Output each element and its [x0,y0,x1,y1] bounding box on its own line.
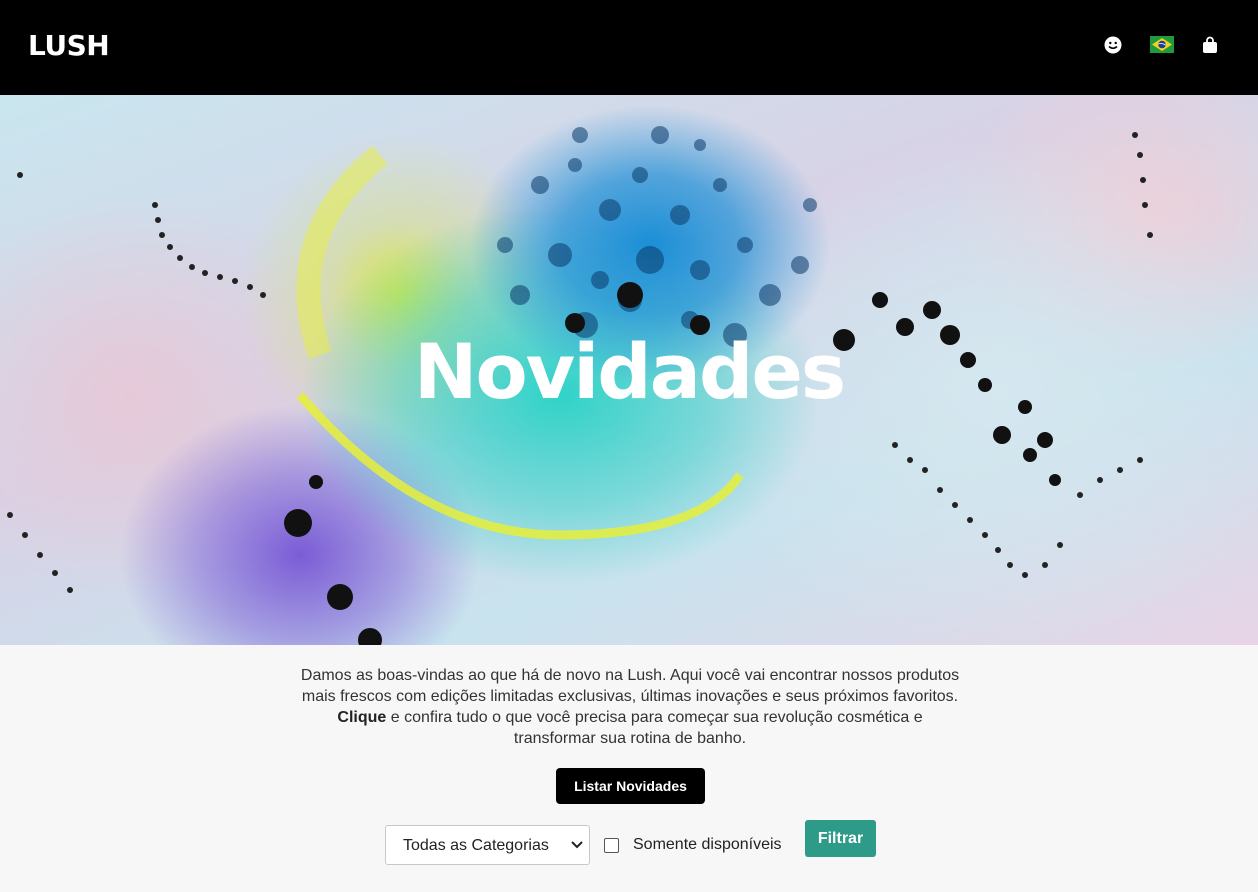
page-title: Novidades [413,327,846,416]
category-select-value: Todas as Categorias [403,837,549,854]
brazil-flag-icon[interactable] [1150,36,1174,53]
site-header: LUSH [0,0,1258,95]
lush-logo[interactable]: LUSH [28,29,110,62]
available-only-label[interactable]: Somente disponíveis [633,836,782,854]
intro-text-end: e confira tudo o que você precisa para c… [386,709,923,747]
intro-text-start: Damos as boas-vindas ao que há de novo n… [300,667,960,705]
list-new-products-button[interactable]: Listar Novidades [556,768,705,804]
hero-banner: Novidades [0,95,1258,645]
intro-text-bold: Clique [337,709,387,726]
account-icon[interactable] [1104,36,1122,54]
intro-paragraph: Damos as boas-vindas ao que há de novo n… [300,665,960,749]
category-select[interactable]: Todas as Categorias [385,825,590,865]
chevron-down-icon [571,841,583,849]
available-only-checkbox[interactable] [604,838,619,853]
filter-button[interactable]: Filtrar [805,820,876,857]
shopping-bag-icon[interactable] [1202,36,1218,54]
